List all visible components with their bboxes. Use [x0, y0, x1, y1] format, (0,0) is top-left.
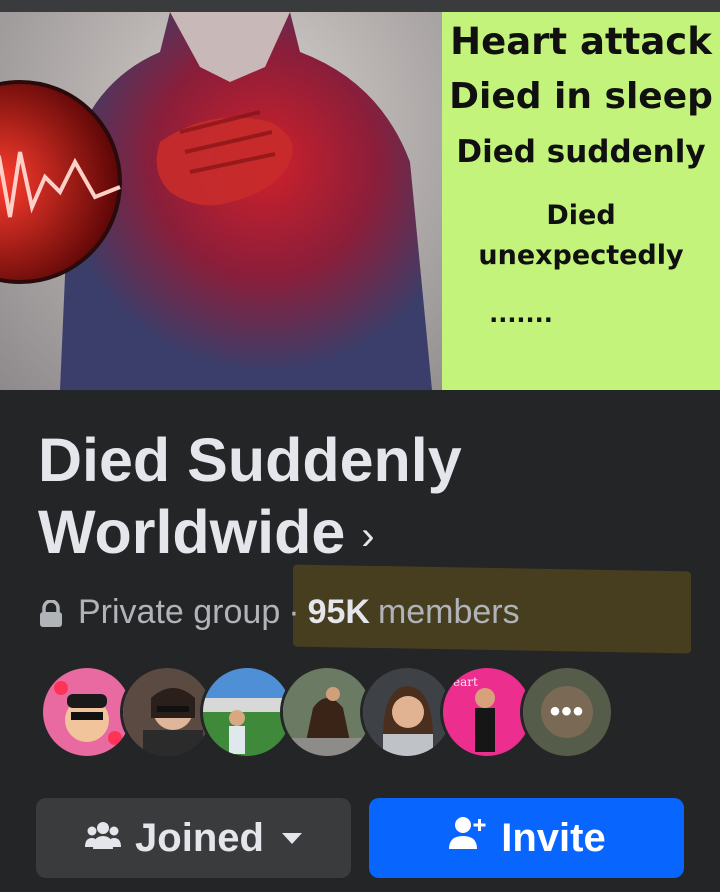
- chevron-right-icon[interactable]: ›: [361, 500, 374, 572]
- cover-illustration: [0, 12, 442, 390]
- group-people-icon: [85, 816, 122, 861]
- group-name-text[interactable]: Died Suddenly Worldwide: [38, 426, 462, 566]
- cover-line: Died: [546, 200, 616, 231]
- svg-text:eart: eart: [453, 675, 478, 689]
- members-label[interactable]: members: [378, 593, 520, 632]
- joined-button[interactable]: Joined: [36, 798, 351, 878]
- avatar-more[interactable]: •••: [520, 665, 614, 759]
- more-members-icon[interactable]: •••: [523, 668, 611, 756]
- members-count[interactable]: 95K: [308, 593, 370, 632]
- cover-line: Died suddenly: [456, 134, 706, 170]
- group-cover-photo[interactable]: Heart attack Died in sleep Died suddenly…: [0, 12, 720, 390]
- joined-label: Joined: [135, 815, 264, 860]
- cover-text-panel: Heart attack Died in sleep Died suddenly…: [442, 12, 720, 390]
- cover-line: Heart attack: [450, 20, 712, 63]
- group-meta: Private group · 95K members: [38, 592, 520, 632]
- top-bar: [0, 0, 720, 12]
- cover-line: Died in sleep: [449, 76, 713, 117]
- add-person-icon: [447, 815, 487, 861]
- invite-button[interactable]: Invite: [369, 798, 684, 878]
- separator-dot: ·: [288, 592, 300, 631]
- cover-line: .......: [489, 300, 553, 328]
- caret-down-icon: [281, 832, 302, 844]
- cover-line: unexpectedly: [478, 240, 684, 271]
- group-name[interactable]: Died Suddenly Worldwide ›: [38, 424, 678, 572]
- invite-label: Invite: [501, 815, 606, 860]
- lock-icon: [38, 598, 64, 627]
- privacy-label[interactable]: Private group: [78, 593, 280, 632]
